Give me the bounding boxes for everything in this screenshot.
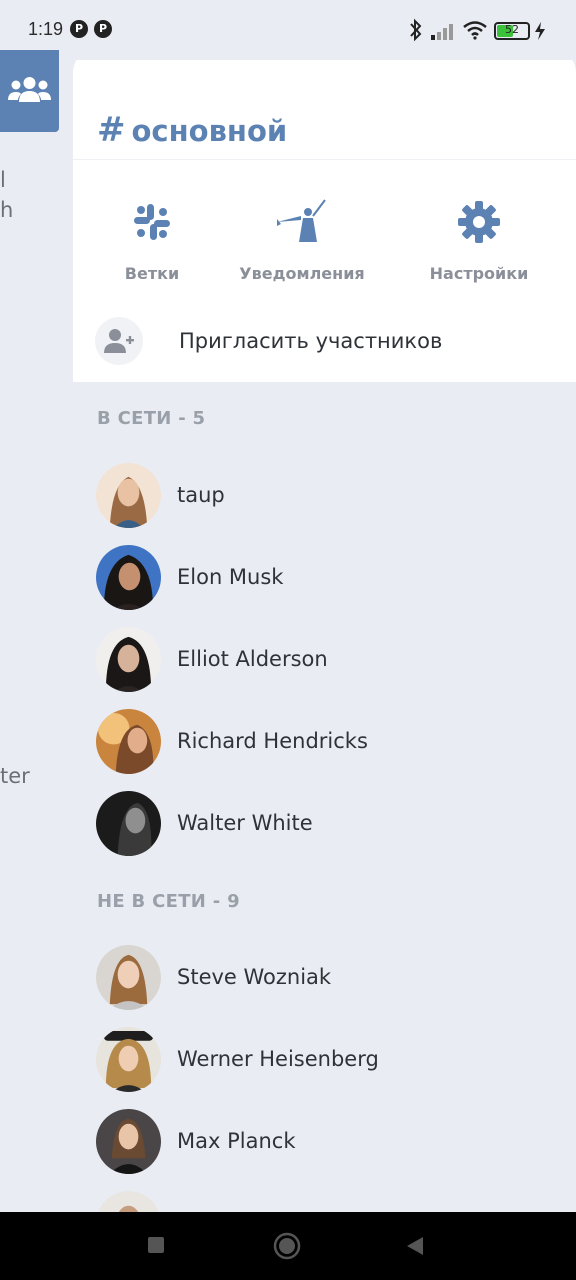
signal-icon (431, 24, 453, 40)
member-row[interactable]: Walter White (96, 790, 556, 856)
bluetooth-icon (410, 18, 422, 42)
member-name: taup (177, 483, 225, 507)
status-time: 1:19 (28, 19, 64, 39)
avatar (96, 1026, 161, 1092)
avatar (96, 544, 161, 610)
avatar (96, 790, 161, 856)
member-row[interactable]: Elliot Alderson (96, 626, 556, 692)
member-name: Walter White (177, 811, 313, 835)
members-tab[interactable] (0, 50, 59, 132)
member-row[interactable]: Werner Heisenberg (96, 1026, 556, 1092)
threads-label: Ветки (124, 264, 180, 283)
invite-members-button[interactable]: Пригласить участников (95, 316, 555, 366)
threads-icon (134, 204, 170, 240)
gear-icon (458, 201, 500, 243)
member-name: Richard Hendricks (177, 729, 368, 753)
recent-apps-icon[interactable] (147, 1236, 165, 1254)
system-nav-bar (0, 1212, 576, 1280)
settings-button[interactable]: Настройки (399, 198, 559, 283)
offline-section-header: НЕ В СЕТИ - 9 (97, 891, 240, 912)
background-text: h (0, 198, 14, 222)
member-name: Steve Wozniak (177, 965, 332, 989)
wifi-icon (463, 21, 487, 40)
channel-name: основной (131, 114, 288, 148)
status-bar: 1:19 P P 52 (0, 0, 576, 60)
chat-background (0, 0, 74, 1212)
notification-icon: P (70, 20, 88, 38)
divider (73, 159, 576, 160)
online-section-header: В СЕТИ - 5 (97, 408, 206, 429)
background-text: l (0, 168, 6, 192)
member-row[interactable]: Steve Wozniak (96, 944, 556, 1010)
avatar (96, 626, 161, 692)
hash-icon: # (97, 110, 126, 150)
back-icon[interactable] (405, 1235, 425, 1257)
notifications-label: Уведомления (239, 264, 365, 283)
channel-title: # основной (97, 110, 287, 150)
member-name: Max Planck (177, 1129, 296, 1153)
member-row[interactable]: Max Planck (96, 1108, 556, 1174)
screen: 1:19 P P 52 l h ter # основной Ветки Уве… (0, 0, 576, 1280)
avatar (96, 462, 161, 528)
trumpeter-icon (277, 199, 326, 242)
channel-members-panel: # основной Ветки Уведомления Настройки П… (73, 50, 576, 1212)
member-row[interactable]: Elon Musk (96, 544, 556, 610)
settings-label: Настройки (429, 264, 529, 283)
avatar (96, 1108, 161, 1174)
home-icon[interactable] (273, 1232, 301, 1260)
notification-icon-2: P (94, 20, 112, 38)
invite-members-label: Пригласить участников (179, 329, 443, 353)
member-name: Werner Heisenberg (177, 1047, 379, 1071)
notifications-button[interactable]: Уведомления (222, 198, 382, 283)
avatar (96, 708, 161, 774)
avatar (96, 944, 161, 1010)
background-text: ter (0, 764, 30, 788)
battery-icon: 52 (494, 22, 530, 40)
charging-icon (535, 22, 545, 40)
add-user-icon (95, 317, 143, 365)
member-name: Elon Musk (177, 565, 284, 589)
member-row[interactable] (96, 1190, 556, 1212)
member-row[interactable]: Richard Hendricks (96, 708, 556, 774)
avatar (96, 1190, 161, 1212)
threads-button[interactable]: Ветки (73, 198, 232, 283)
member-name: Elliot Alderson (177, 647, 328, 671)
members-icon (8, 77, 51, 102)
member-row[interactable]: taup (96, 462, 556, 528)
battery-percent: 52 (505, 23, 519, 36)
